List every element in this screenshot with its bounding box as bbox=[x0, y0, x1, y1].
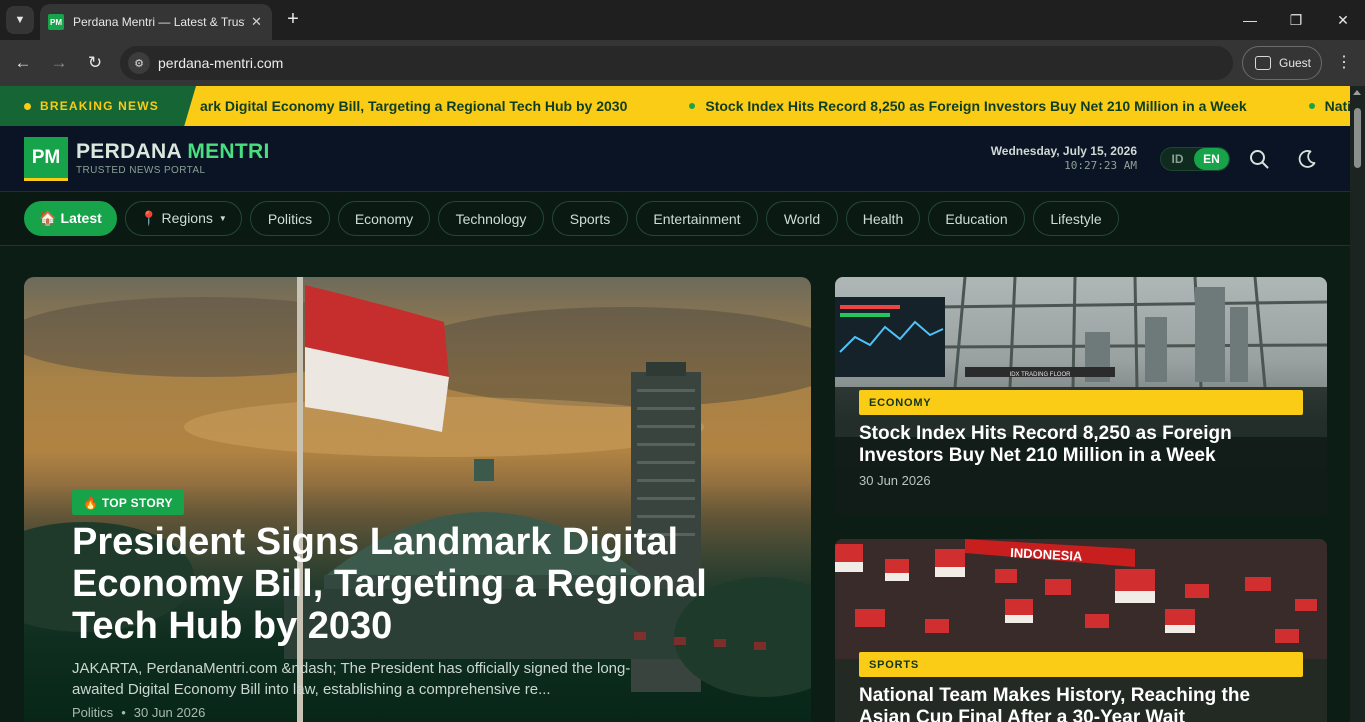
nav-item-economy[interactable]: Economy bbox=[338, 201, 430, 236]
new-tab-button[interactable]: + bbox=[282, 8, 304, 30]
tab-search-button[interactable]: ▼ bbox=[6, 6, 34, 34]
browser-toolbar: ← → ↻ ⚙ perdana-mentri.com Guest ⋮ bbox=[0, 40, 1365, 86]
address-bar[interactable]: ⚙ perdana-mentri.com bbox=[120, 46, 1233, 80]
browser-tabstrip: ▼ PM Perdana Mentri — Latest & Trusted N… bbox=[0, 0, 1365, 40]
nav-item-latest[interactable]: 🏠 Latest bbox=[24, 201, 117, 236]
tab-title: Perdana Mentri — Latest & Trusted News bbox=[73, 15, 245, 29]
browser-tab-active[interactable]: PM Perdana Mentri — Latest & Trusted New… bbox=[40, 4, 272, 40]
economy-date: 30 Jun 2026 bbox=[859, 473, 931, 488]
arrow-right-icon: → bbox=[50, 53, 68, 72]
trading-floor-sign: IDX TRADING FLOOR bbox=[1010, 372, 1072, 378]
reload-button[interactable]: ↻ bbox=[83, 51, 107, 75]
ticker-dot bbox=[1308, 103, 1315, 109]
current-date: Wednesday, July 15, 2026 bbox=[990, 144, 1137, 158]
breaking-news-label: BREAKING NEWS bbox=[0, 86, 196, 126]
site-favicon: PM bbox=[48, 14, 64, 30]
language-toggle: ID EN bbox=[1160, 147, 1230, 171]
breaking-news-bar: ark Digital Economy Bill, Targeting a Re… bbox=[0, 86, 1350, 126]
sports-badge[interactable]: SPORTS bbox=[859, 652, 1303, 677]
hero-story-card[interactable]: 🔥 TOP STORY President Signs Landmark Dig… bbox=[24, 277, 811, 722]
arrow-left-icon: ← bbox=[14, 53, 32, 72]
page-scrollbar[interactable] bbox=[1350, 86, 1365, 722]
hero-meta: Politics • 30 Jun 2026 bbox=[72, 705, 205, 720]
current-time: 10:27:23 AM bbox=[1064, 159, 1137, 172]
profile-button[interactable]: Guest bbox=[1242, 46, 1322, 80]
ticker-item[interactable]: ark Digital Economy Bill, Targeting a Re… bbox=[200, 98, 627, 114]
scrollbar-thumb[interactable] bbox=[1354, 108, 1361, 168]
back-button[interactable]: ← bbox=[11, 51, 35, 75]
forward-button[interactable]: → bbox=[47, 51, 71, 75]
profile-label: Guest bbox=[1279, 56, 1312, 70]
category-nav: 🏠 Latest 📍 Regions ▼ Politics Economy Tec… bbox=[0, 192, 1350, 246]
maximize-window-button[interactable]: ❐ bbox=[1284, 8, 1308, 32]
site-tagline: TRUSTED NEWS PORTAL bbox=[76, 165, 206, 176]
profile-icon bbox=[1255, 56, 1271, 70]
nav-item-world[interactable]: World bbox=[766, 201, 838, 236]
hero-category[interactable]: Politics bbox=[72, 705, 113, 720]
site-name[interactable]: PERDANA MENTRI bbox=[76, 140, 270, 164]
site-logo[interactable]: PM bbox=[24, 137, 68, 181]
close-window-button[interactable]: ✕ bbox=[1331, 8, 1355, 32]
meta-separator: • bbox=[121, 705, 126, 720]
ticker-dot bbox=[689, 103, 696, 109]
lang-id-button[interactable]: ID bbox=[1161, 148, 1194, 170]
scroll-up-arrow-icon[interactable] bbox=[1353, 90, 1361, 95]
live-dot-icon bbox=[24, 102, 31, 110]
nav-item-health[interactable]: Health bbox=[846, 201, 920, 236]
breaking-ticker: ark Digital Economy Bill, Targeting a Re… bbox=[200, 86, 1350, 126]
nav-item-politics[interactable]: Politics bbox=[250, 201, 330, 236]
hero-date: 30 Jun 2026 bbox=[133, 705, 206, 720]
close-tab-icon[interactable]: ✕ bbox=[251, 14, 262, 30]
reload-icon: ↻ bbox=[87, 53, 103, 72]
ticker-item[interactable]: National Te bbox=[1308, 98, 1350, 114]
ticker-item[interactable]: Stock Index Hits Record 8,250 as Foreign… bbox=[689, 98, 1247, 114]
url-text[interactable]: perdana-mentri.com bbox=[158, 55, 283, 71]
nav-item-lifestyle[interactable]: Lifestyle bbox=[1033, 201, 1119, 236]
browser-menu-icon[interactable]: ⋮ bbox=[1334, 51, 1354, 75]
search-icon[interactable] bbox=[1248, 148, 1270, 170]
nav-item-education[interactable]: Education bbox=[928, 201, 1025, 236]
hero-excerpt: JAKARTA, PerdanaMentri.com &ndash; The P… bbox=[72, 660, 631, 698]
top-story-badge: 🔥 TOP STORY bbox=[72, 490, 184, 515]
dark-mode-moon-icon[interactable] bbox=[1296, 148, 1318, 170]
page-viewport: ark Digital Economy Bill, Targeting a Re… bbox=[0, 86, 1365, 722]
side-story-card-sports[interactable]: INDONESIA SPORTS National Team Makes His… bbox=[835, 539, 1327, 722]
nav-item-entertainment[interactable]: Entertainment bbox=[636, 201, 758, 236]
caret-down-icon: ▼ bbox=[218, 214, 227, 223]
nav-item-regions[interactable]: 📍 Regions ▼ bbox=[125, 201, 242, 236]
sports-headline[interactable]: National Team Makes History, Reaching th… bbox=[859, 685, 1299, 722]
economy-headline[interactable]: Stock Index Hits Record 8,250 as Foreign… bbox=[859, 423, 1299, 467]
nav-item-technology[interactable]: Technology bbox=[438, 201, 544, 236]
economy-badge[interactable]: ECONOMY bbox=[859, 390, 1303, 415]
hero-headline[interactable]: President Signs Landmark Digital Economy… bbox=[72, 521, 712, 647]
site-header: PM PERDANA MENTRI TRUSTED NEWS PORTAL We… bbox=[0, 126, 1350, 192]
side-story-card-economy[interactable]: IDX TRADING FLOOR ECONOMY Stock Index Hi… bbox=[835, 277, 1327, 515]
nav-item-sports[interactable]: Sports bbox=[552, 201, 628, 236]
chevron-down-icon: ▼ bbox=[14, 14, 26, 26]
site-settings-icon[interactable]: ⚙ bbox=[128, 52, 150, 74]
minimize-window-button[interactable]: — bbox=[1238, 8, 1262, 32]
lang-en-button[interactable]: EN bbox=[1194, 148, 1229, 170]
